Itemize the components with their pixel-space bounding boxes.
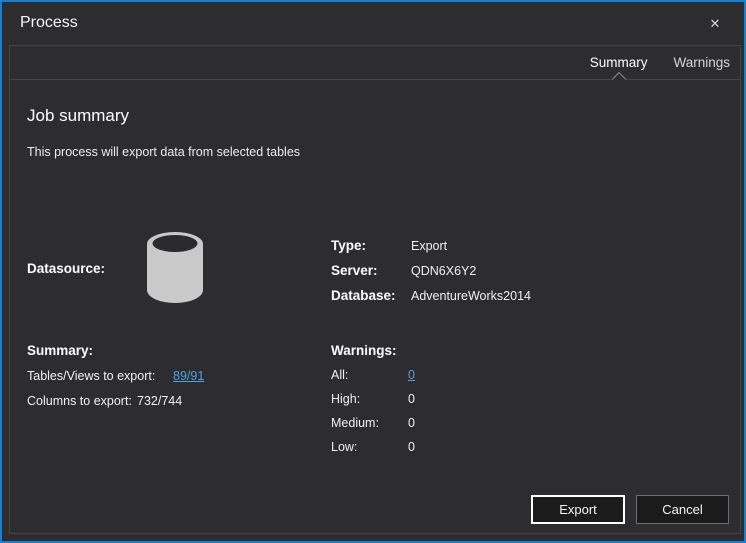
database-icon: [144, 230, 206, 311]
window-title: Process: [20, 14, 78, 31]
export-button[interactable]: Export: [531, 495, 625, 524]
tab-warnings[interactable]: Warnings: [673, 46, 730, 79]
datasource-label: Datasource:: [27, 261, 106, 276]
columns-to-export-value: 732/744: [137, 394, 183, 408]
warnings-medium-value: 0: [408, 416, 415, 430]
tab-summary[interactable]: Summary: [590, 46, 648, 79]
page-title: Job summary: [27, 106, 130, 125]
warnings-low-value: 0: [408, 440, 415, 454]
type-label: Type:: [331, 238, 367, 253]
tables-to-export-label: Tables/Views to export:: [27, 369, 156, 383]
title-bar: Process ✕: [2, 2, 744, 45]
database-value: AdventureWorks2014: [411, 289, 531, 303]
database-label: Database:: [331, 288, 396, 303]
content-frame: Summary Warnings Job summary This proces…: [9, 45, 741, 534]
warnings-low-label: Low:: [331, 440, 358, 454]
server-value: QDN6X6Y2: [411, 264, 477, 278]
warnings-high-value: 0: [408, 392, 415, 406]
warnings-all-label: All:: [331, 368, 349, 382]
warnings-all-link[interactable]: 0: [408, 368, 415, 382]
columns-to-export-label: Columns to export:: [27, 394, 132, 408]
server-label: Server:: [331, 263, 378, 278]
close-icon[interactable]: ✕: [706, 15, 724, 33]
warnings-high-label: High:: [331, 392, 361, 406]
warnings-medium-label: Medium:: [331, 416, 379, 430]
summary-section-label: Summary:: [27, 343, 94, 358]
process-dialog: Process ✕ Summary Warnings Job summary T…: [0, 0, 746, 543]
warnings-section-label: Warnings:: [331, 343, 397, 358]
page-description: This process will export data from selec…: [27, 145, 301, 159]
tab-strip: Summary Warnings: [10, 46, 740, 80]
type-value: Export: [411, 239, 448, 253]
cancel-button[interactable]: Cancel: [636, 495, 729, 524]
tables-to-export-link[interactable]: 89/91: [173, 369, 204, 383]
